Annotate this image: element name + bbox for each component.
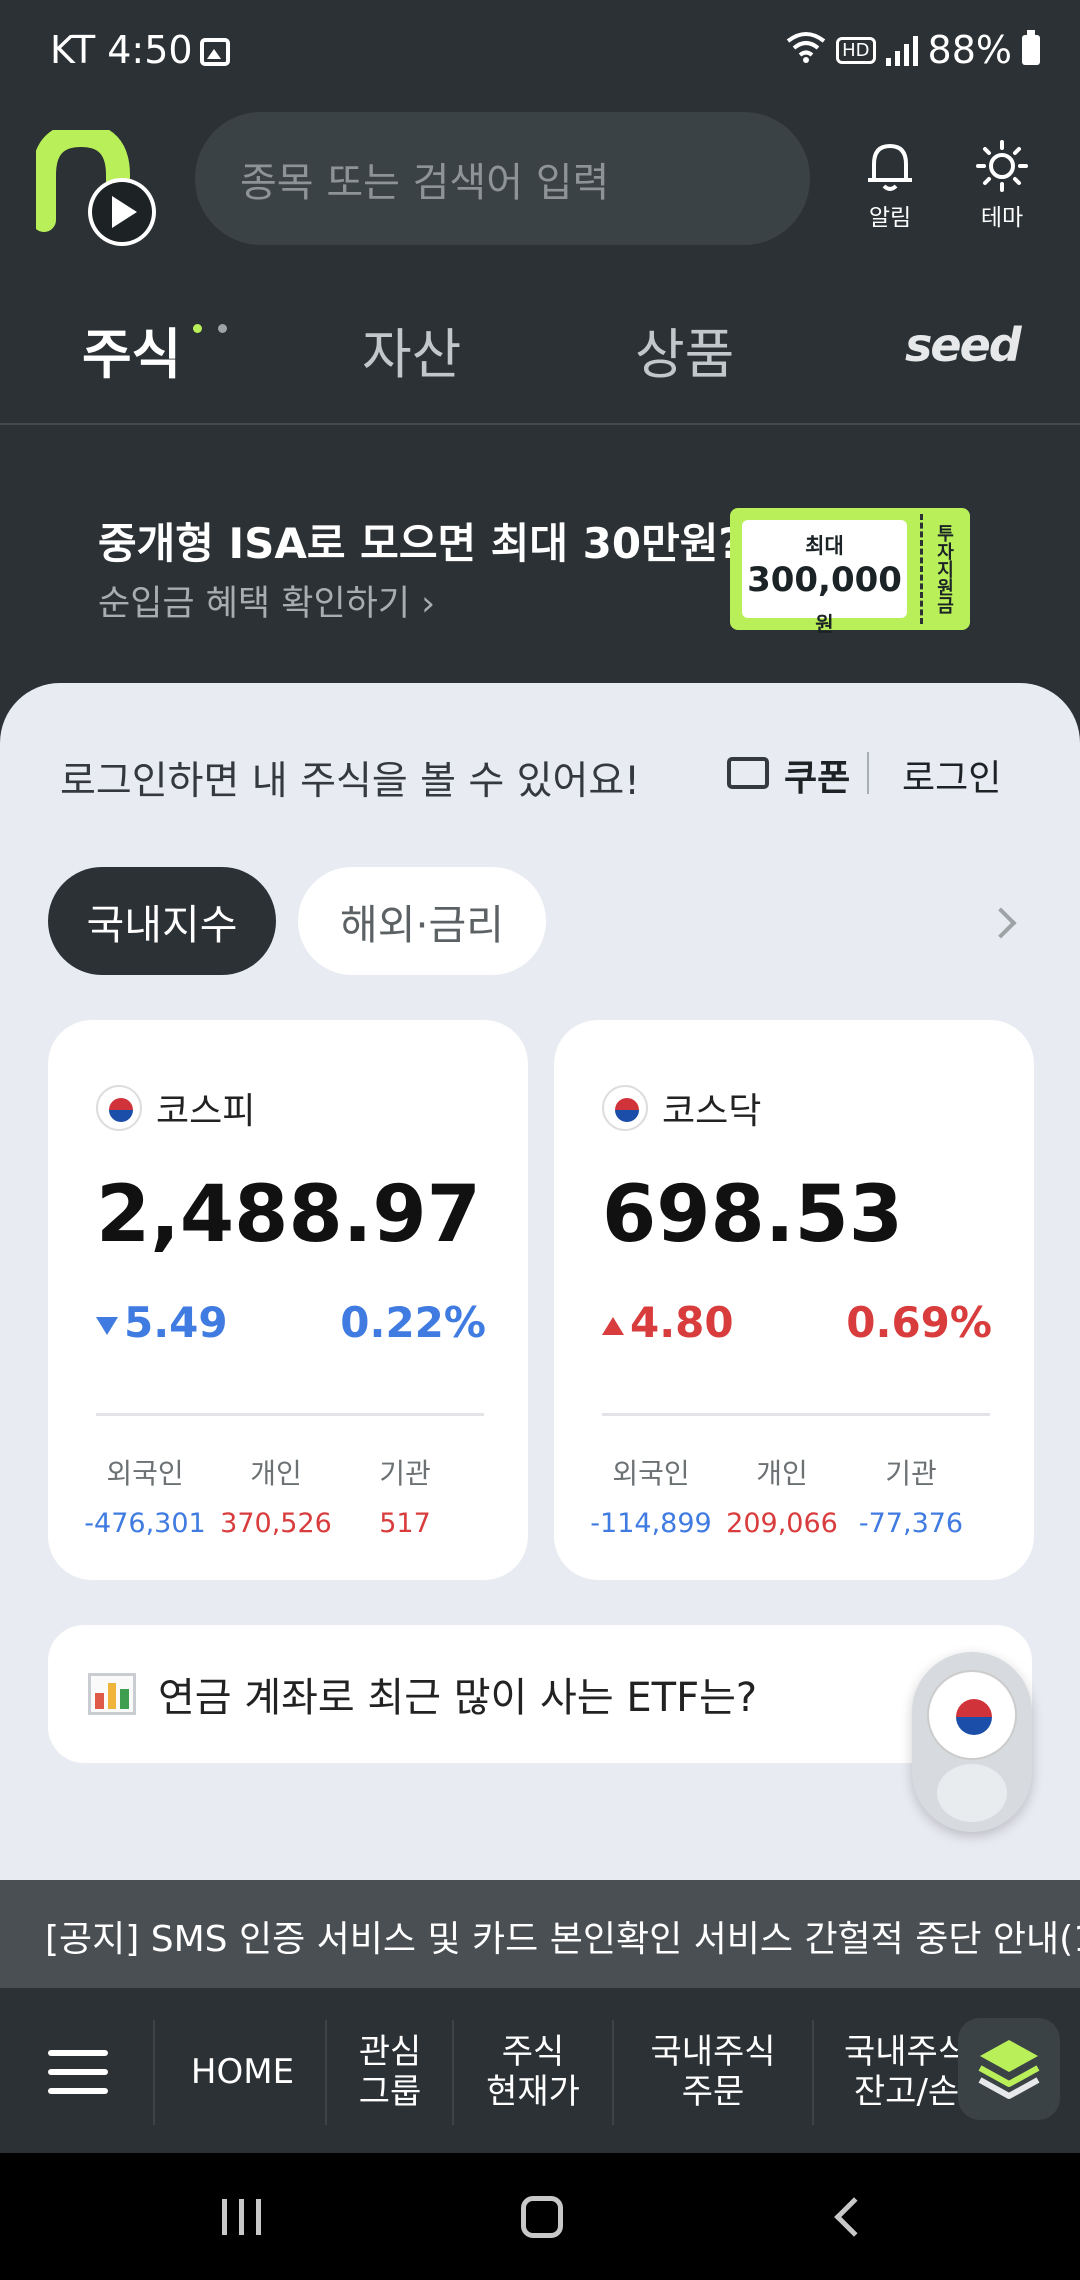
tab-assets[interactable]: 자산	[362, 310, 461, 389]
nav-separator	[153, 2020, 155, 2125]
bell-icon	[868, 144, 912, 191]
investor-individual: 개인 209,066	[726, 1457, 838, 1539]
investor-institution: 기관 517	[379, 1457, 431, 1539]
signal-icon	[885, 34, 918, 66]
index-name: 코스닥	[662, 1091, 762, 1132]
wifi-icon	[786, 31, 826, 70]
index-change: 5.49	[96, 1298, 228, 1347]
investor-individual: 개인 370,526	[220, 1457, 332, 1539]
nav-domestic-order[interactable]: 국내주식 주문	[618, 2020, 808, 2125]
alarm-button[interactable]: 알림	[845, 140, 935, 232]
app-logo[interactable]	[32, 122, 161, 250]
globe-icon	[937, 1764, 1007, 1822]
bottom-nav: HOME 관심 그룹 주식 현재가 국내주식 주문 국내주식 잔고/손	[0, 1990, 1080, 2153]
down-arrow-icon	[96, 1316, 118, 1335]
bar-chart-icon	[88, 1673, 136, 1715]
coupon-icon[interactable]	[727, 757, 769, 789]
tab-divider	[0, 423, 1080, 425]
coupon-button[interactable]: 쿠폰	[784, 749, 850, 801]
index-card-kosdaq[interactable]: 코스닥 698.53 4.80 0.69% 외국인 -114,899 개인 20…	[554, 1020, 1034, 1580]
back-icon[interactable]	[834, 2197, 874, 2237]
index-card-kospi[interactable]: 코스피 2,488.97 5.49 0.22% 외국인 -476,301 개인 …	[48, 1020, 528, 1580]
gallery-icon	[200, 38, 230, 66]
separator	[867, 752, 869, 794]
nav-separator	[452, 2020, 454, 2125]
index-value: 698.53	[602, 1170, 903, 1260]
coupon-face: 최대 300,000원	[742, 520, 907, 636]
tab-stock[interactable]: 주식	[82, 310, 181, 389]
status-time: KT 4:50	[50, 28, 193, 72]
card-divider	[602, 1413, 990, 1416]
coupon-top: 최대	[805, 534, 844, 558]
tab-products[interactable]: 상품	[635, 310, 734, 389]
floating-market-switch[interactable]	[912, 1652, 1032, 1832]
korea-flag-icon	[927, 1670, 1017, 1760]
index-percent: 0.69%	[846, 1298, 992, 1347]
sun-icon	[976, 140, 1028, 192]
etf-banner-text: 연금 계좌로 최근 많이 사는 ETF는?	[158, 1675, 758, 1721]
status-bar: KT 4:50 HD 88%	[0, 0, 1080, 105]
filter-overseas-rates[interactable]: 해외·금리	[298, 867, 546, 975]
battery-icon	[1022, 30, 1040, 65]
home-icon[interactable]	[521, 2196, 563, 2238]
nav-watch-group[interactable]: 관심 그룹	[330, 2020, 450, 2125]
index-value: 2,488.97	[96, 1170, 481, 1260]
coupon-amount: 300,000원	[747, 560, 902, 636]
index-name: 코스피	[156, 1091, 256, 1132]
login-message: 로그인하면 내 주식을 볼 수 있어요!	[60, 759, 640, 804]
battery-percent: 88%	[927, 28, 1012, 72]
system-nav-bar	[0, 2153, 1080, 2280]
index-percent: 0.22%	[340, 1298, 486, 1347]
banner-link[interactable]: 순입금 혜택 확인하기 ›	[98, 575, 435, 626]
layers-icon[interactable]	[958, 2018, 1060, 2120]
nav-separator	[812, 2020, 814, 2125]
filter-domestic-index[interactable]: 국내지수	[48, 867, 276, 975]
notice-ticker[interactable]: [공지] SMS 인증 서비스 및 카드 본인확인 서비스 간헐적 중단 안내(…	[0, 1880, 1080, 1988]
coupon-graphic[interactable]: 최대 300,000원 투자지원금	[730, 508, 970, 636]
nav-home[interactable]: HOME	[160, 2020, 325, 2125]
etf-banner[interactable]: 연금 계좌로 최근 많이 사는 ETF는?	[48, 1625, 1032, 1763]
up-arrow-icon	[602, 1316, 624, 1335]
korea-flag-icon	[602, 1085, 648, 1131]
coupon-unit: 원	[815, 612, 834, 636]
nav-separator	[325, 2020, 327, 2125]
tab-dots	[193, 318, 243, 337]
investor-foreign: 외국인 -476,301	[84, 1457, 206, 1539]
notice-text: [공지] SMS 인증 서비스 및 카드 본인확인 서비스 간헐적 중단 안내(…	[45, 1919, 1080, 1960]
tab-seed[interactable]: seed	[905, 318, 1022, 372]
card-divider	[96, 1413, 484, 1416]
theme-button[interactable]: 테마	[957, 140, 1047, 232]
investor-foreign: 외국인 -114,899	[590, 1457, 712, 1539]
login-button[interactable]: 로그인	[902, 749, 1001, 801]
investor-institution: 기관 -77,376	[858, 1457, 964, 1539]
banner-title[interactable]: 중개형 ISA로 모으면 최대 30만원?	[98, 510, 743, 571]
hd-voice-icon: HD	[836, 36, 876, 64]
theme-label: 테마	[980, 205, 1024, 231]
search-input[interactable]: 종목 또는 검색어 입력	[195, 112, 810, 245]
nav-stock-price[interactable]: 주식 현재가	[458, 2020, 608, 2125]
coupon-side-label: 투자지원금	[920, 514, 964, 624]
alarm-label: 알림	[868, 205, 912, 231]
nav-separator	[612, 2020, 614, 2125]
menu-icon[interactable]	[48, 2050, 108, 2107]
index-change: 4.80	[602, 1298, 734, 1347]
recent-apps-icon[interactable]	[222, 2199, 261, 2235]
status-right: HD 88%	[786, 28, 1040, 72]
korea-flag-icon	[96, 1085, 142, 1131]
